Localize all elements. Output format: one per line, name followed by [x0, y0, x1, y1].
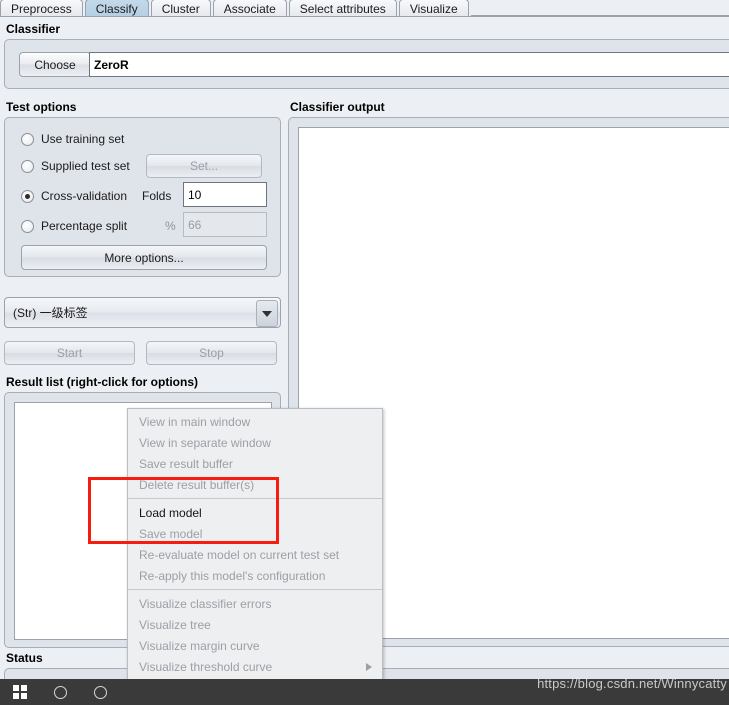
radio-use-training-set[interactable]: Use training set — [21, 129, 124, 149]
menu-item-label: Save result buffer — [139, 456, 233, 471]
result-list-context-menu[interactable]: View in main window View in separate wind… — [127, 408, 383, 705]
radio-indicator-supplied-test-set — [21, 159, 34, 173]
class-attribute-combo[interactable]: (Str) 一级标签 — [4, 297, 281, 328]
folds-input[interactable]: 10 — [183, 182, 267, 207]
classifier-panel: Choose ZeroR — [4, 39, 729, 89]
menu-separator — [128, 589, 382, 590]
main-tab-bar[interactable]: Preprocess Classify Cluster Associate Select… — [0, 0, 729, 17]
status-section-title: Status — [6, 651, 43, 665]
menu-item-save-model: Save model — [128, 523, 382, 544]
test-options-section-title: Test options — [6, 100, 77, 114]
result-list-section-title: Result list (right-click for options) — [6, 375, 199, 389]
radio-percentage-split[interactable]: Percentage split — [21, 216, 127, 236]
menu-item-load-model[interactable]: Load model — [128, 502, 382, 523]
menu-item-visualize-margin-curve: Visualize margin curve — [128, 635, 382, 656]
menu-item-view-in-main-window: View in main window — [128, 411, 382, 432]
choose-classifier-button[interactable]: Choose — [19, 52, 91, 77]
tab-bar-filler — [470, 0, 729, 16]
radio-indicator-use-training-set — [21, 132, 34, 146]
menu-item-view-in-separate-window: View in separate window — [128, 432, 382, 453]
tab-preprocess[interactable]: Preprocess — [0, 0, 83, 16]
menu-item-label: Visualize classifier errors — [139, 596, 272, 611]
folds-label: Folds — [142, 189, 172, 203]
menu-item-label: View in main window — [139, 414, 251, 429]
menu-item-delete-result-buffer-s: Delete result buffer(s) — [128, 474, 382, 495]
menu-item-label: Visualize threshold curve — [139, 659, 273, 674]
menu-item-visualize-threshold-curve: Visualize threshold curve — [128, 656, 382, 677]
tab-select-attributes[interactable]: Select attributes — [288, 0, 397, 16]
classifier-output-section-title: Classifier output — [290, 100, 385, 114]
chevron-down-icon[interactable] — [256, 300, 278, 327]
watermark-text: https://blog.csdn.net/Winnycatty — [537, 676, 727, 691]
tab-classify[interactable]: Classify — [84, 0, 149, 16]
radio-label-use-training-set: Use training set — [41, 132, 125, 146]
class-attribute-value: (Str) 一级标签 — [13, 306, 88, 320]
menu-item-label: Load model — [139, 505, 202, 520]
submenu-arrow-icon — [366, 662, 372, 671]
menu-item-label: View in separate window — [139, 435, 271, 450]
radio-indicator-cross-validation — [21, 189, 34, 203]
menu-item-visualize-classifier-errors: Visualize classifier errors — [128, 593, 382, 614]
set-test-set-button[interactable]: Set... — [146, 154, 262, 178]
menu-item-save-result-buffer: Save result buffer — [128, 453, 382, 474]
menu-item-label: Visualize margin curve — [139, 638, 260, 653]
test-options-panel: Use training set Supplied test set Set..… — [4, 117, 281, 277]
classifier-section-title: Classifier — [6, 22, 61, 36]
radio-label-supplied-test-set: Supplied test set — [41, 159, 130, 173]
menu-item-label: Save model — [139, 526, 203, 541]
percentage-split-input[interactable]: 66 — [183, 212, 267, 237]
tab-associate[interactable]: Associate — [212, 0, 287, 16]
radio-indicator-percentage-split — [21, 219, 34, 233]
radio-label-cross-validation: Cross-validation — [41, 189, 128, 203]
percent-symbol-label: % — [165, 219, 176, 233]
weka-explorer-window: Preprocess Classify Cluster Associate Select… — [0, 0, 729, 705]
more-options-button[interactable]: More options... — [21, 245, 267, 270]
radio-cross-validation[interactable]: Cross-validation — [21, 186, 127, 206]
radio-label-percentage-split: Percentage split — [41, 219, 128, 233]
menu-item-label: Delete result buffer(s) — [139, 477, 255, 492]
menu-item-re-evaluate-model-on-current-test-set: Re-evaluate model on current test set — [128, 544, 382, 565]
menu-item-re-apply-this-model-s-configuration: Re-apply this model's configuration — [128, 565, 382, 586]
search-icon[interactable] — [40, 679, 80, 705]
tab-cluster[interactable]: Cluster — [150, 0, 211, 16]
cortana-icon[interactable] — [80, 679, 120, 705]
menu-item-label: Re-evaluate model on current test set — [139, 547, 340, 562]
menu-item-label: Visualize tree — [139, 617, 211, 632]
windows-start-icon[interactable] — [0, 679, 40, 705]
radio-supplied-test-set[interactable]: Supplied test set — [21, 156, 130, 176]
menu-item-visualize-tree: Visualize tree — [128, 614, 382, 635]
menu-item-label: Re-apply this model's configuration — [139, 568, 326, 583]
start-button[interactable]: Start — [4, 341, 135, 365]
tab-visualize[interactable]: Visualize — [398, 0, 469, 16]
stop-button[interactable]: Stop — [146, 341, 277, 365]
selected-classifier-field[interactable]: ZeroR — [89, 52, 729, 77]
menu-separator — [128, 498, 382, 499]
